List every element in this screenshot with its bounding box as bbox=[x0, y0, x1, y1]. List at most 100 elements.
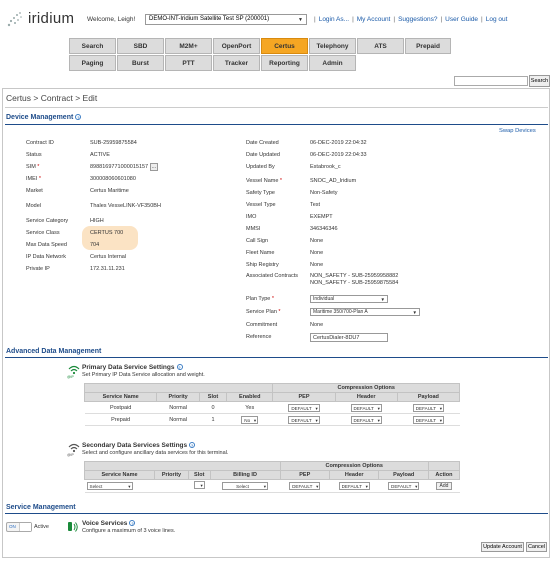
associated-contract-link[interactable]: NON_SAFETY - SUB-25959958882 bbox=[310, 273, 398, 279]
required-marker: * bbox=[37, 176, 41, 182]
divider bbox=[5, 107, 548, 108]
header-select[interactable]: DEFAULT bbox=[350, 403, 382, 412]
table-group-header: Compression Options bbox=[83, 383, 460, 393]
ip-icon-caption: @IP bbox=[67, 453, 74, 457]
header-select[interactable]: DEFAULT bbox=[338, 482, 370, 490]
billing-id-select[interactable]: Select bbox=[222, 482, 269, 490]
payload-select[interactable]: DEFAULT bbox=[388, 482, 420, 490]
associated-contracts-label: Associated Contracts bbox=[246, 273, 298, 279]
table-header-spacer bbox=[83, 383, 274, 393]
secondary-settings-subtitle: Select and configure ancillary data serv… bbox=[82, 450, 229, 456]
account-select[interactable]: DEMO-INT-Iridium Satellite Test SP (2000… bbox=[145, 14, 307, 25]
table-row: Postpaid Normal 0 Yes DEFAULT DEFAULT DE… bbox=[84, 401, 460, 414]
service-name-cell: Select bbox=[84, 479, 155, 493]
primary-settings-title-text: Primary Data Service Settings bbox=[82, 364, 175, 371]
plan-type-select[interactable]: Individual ▼ bbox=[310, 295, 388, 303]
tab-burst[interactable]: Burst bbox=[117, 55, 164, 71]
info-icon[interactable]: ? bbox=[129, 520, 136, 527]
tab-tracker[interactable]: Tracker bbox=[213, 55, 260, 71]
cancel-button[interactable]: Cancel bbox=[526, 542, 547, 552]
suggestions-link[interactable]: Suggestions? bbox=[398, 16, 437, 23]
col-header: Header bbox=[334, 392, 398, 402]
nav-row-1: Search SBD M2M+ OpenPort Certus Telephon… bbox=[69, 38, 452, 54]
chevron-down-icon: ▼ bbox=[412, 310, 417, 315]
info-icon[interactable]: ? bbox=[176, 364, 183, 371]
imei-label-text: IMEI bbox=[26, 176, 38, 182]
info-icon[interactable]: ? bbox=[75, 114, 82, 121]
service-class-value: CERTUS 700 bbox=[90, 230, 124, 236]
pep-select[interactable]: DEFAULT bbox=[288, 415, 320, 424]
secondary-settings-title-text: Secondary Data Services Settings bbox=[82, 442, 188, 449]
updated-by-label: Updated By bbox=[246, 164, 275, 170]
service-plan-select[interactable]: Maritime 350/700-Plan A ▼ bbox=[310, 308, 420, 316]
contract-id-value: SUB-25959875584 bbox=[90, 140, 137, 146]
add-button[interactable]: Add bbox=[435, 482, 453, 490]
search-input[interactable] bbox=[454, 76, 528, 86]
slot-cell bbox=[188, 479, 211, 493]
private-ip-value: 172.31.11.231 bbox=[90, 266, 125, 272]
sim-number: 8988169771000015157 bbox=[90, 164, 149, 170]
tab-admin[interactable]: Admin bbox=[309, 55, 356, 71]
tab-telephony[interactable]: Telephony bbox=[309, 38, 356, 54]
col-action: Action bbox=[427, 470, 461, 480]
tab-ats[interactable]: ATS bbox=[357, 38, 404, 54]
nav-row-2: Paging Burst PTT Tracker Reporting Admin bbox=[69, 55, 452, 71]
reference-input[interactable]: CertusDialer-8DU7 bbox=[310, 333, 388, 342]
table-group-header: Compression Options bbox=[84, 461, 461, 471]
col-header: Header bbox=[328, 470, 380, 480]
tab-sbd[interactable]: SBD bbox=[117, 38, 164, 54]
pep-select[interactable]: DEFAULT bbox=[289, 482, 321, 490]
payload-select[interactable]: DEFAULT bbox=[412, 403, 445, 412]
date-updated-value: 06-DEC-2019 22:04:33 bbox=[310, 152, 367, 158]
sim-lookup-button[interactable]: ... bbox=[149, 163, 159, 171]
fleet-name-value: None bbox=[310, 250, 324, 256]
header-select[interactable]: DEFAULT bbox=[350, 415, 382, 424]
my-account-link[interactable]: My Account bbox=[357, 16, 391, 23]
associated-contract-link[interactable]: NON_SAFETY - SUB-25959875584 bbox=[310, 280, 398, 286]
payload-cell: DEFAULT bbox=[378, 479, 429, 493]
tab-ptt[interactable]: PTT bbox=[165, 55, 212, 71]
tab-search[interactable]: Search bbox=[69, 38, 116, 54]
header-cell: DEFAULT bbox=[329, 479, 379, 493]
status-label: Status bbox=[26, 152, 42, 158]
col-billing-id: Billing ID bbox=[209, 470, 281, 480]
chevron-down-icon: ▼ bbox=[380, 297, 385, 302]
tab-m2m[interactable]: M2M+ bbox=[165, 38, 212, 54]
required-marker: * bbox=[35, 164, 40, 170]
pep-select[interactable]: DEFAULT bbox=[288, 403, 320, 412]
col-payload: Payload bbox=[396, 392, 461, 402]
service-name-select[interactable]: Select bbox=[86, 482, 133, 490]
vessel-name-label-text: Vessel Name bbox=[246, 178, 279, 184]
service-management-title: Service Management bbox=[6, 504, 76, 511]
tab-prepaid[interactable]: Prepaid bbox=[405, 38, 451, 54]
toggle-knob bbox=[19, 523, 31, 531]
enabled-select[interactable]: No bbox=[241, 415, 259, 424]
tab-reporting[interactable]: Reporting bbox=[261, 55, 308, 71]
payload-select[interactable]: DEFAULT bbox=[412, 415, 445, 424]
sim-label: SIM * bbox=[26, 164, 39, 170]
tab-paging[interactable]: Paging bbox=[69, 55, 116, 71]
swap-devices-link[interactable]: Swap Devices bbox=[499, 128, 536, 134]
active-toggle[interactable]: ON bbox=[6, 522, 32, 532]
account-select-value: DEMO-INT-Iridium Satellite Test SP (2000… bbox=[149, 16, 270, 22]
required-marker: * bbox=[276, 309, 281, 315]
tab-certus[interactable]: Certus bbox=[261, 38, 308, 54]
model-label: Model bbox=[26, 203, 41, 209]
search-button[interactable]: Search bbox=[529, 75, 550, 87]
reference-label: Reference bbox=[246, 334, 272, 340]
enabled-cell: No bbox=[226, 413, 273, 426]
info-icon[interactable]: ? bbox=[189, 442, 196, 449]
table-header-spacer bbox=[427, 461, 461, 471]
date-created-label: Date Created bbox=[246, 140, 279, 146]
ship-registry-label: Ship Registry bbox=[246, 262, 279, 268]
slot-select[interactable] bbox=[193, 481, 205, 489]
private-ip-label: Private IP bbox=[26, 266, 50, 272]
user-guide-link[interactable]: User Guide bbox=[445, 16, 478, 23]
tab-openport[interactable]: OpenPort bbox=[213, 38, 260, 54]
login-as-link[interactable]: Login As... bbox=[319, 16, 349, 23]
vessel-name-value: SNOC_AD_Iridium bbox=[310, 178, 357, 184]
update-account-button[interactable]: Update Account bbox=[481, 542, 524, 552]
main-nav: Search SBD M2M+ OpenPort Certus Telephon… bbox=[69, 38, 452, 72]
logout-link[interactable]: Log out bbox=[486, 16, 508, 23]
payload-cell: DEFAULT bbox=[397, 413, 460, 426]
